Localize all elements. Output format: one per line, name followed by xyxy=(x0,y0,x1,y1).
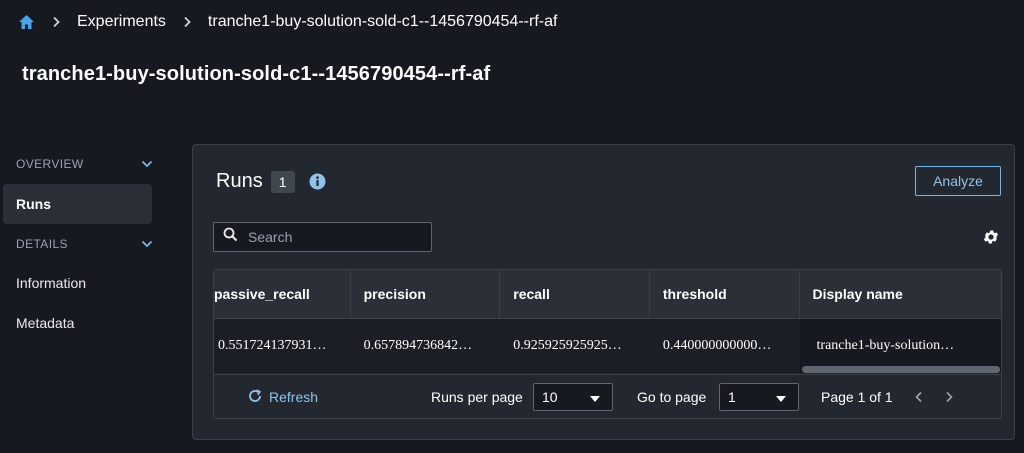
table-cell: 0.440000000000… xyxy=(662,338,772,353)
home-icon[interactable] xyxy=(17,13,35,31)
chevron-left-icon[interactable] xyxy=(912,390,926,404)
runs-panel: Runs 1 Analyze passive_recall precision … xyxy=(192,144,1015,440)
breadcrumb: Experiments tranche1-buy-solution-sold-c… xyxy=(17,10,557,34)
horizontal-scrollbar[interactable] xyxy=(802,366,1001,374)
column-header-recall[interactable]: recall xyxy=(500,270,650,318)
sidebar-group-label: OVERVIEW xyxy=(16,157,84,171)
column-header-passive-recall[interactable]: passive_recall xyxy=(214,270,351,318)
table-cell: 0.551724137931… xyxy=(218,338,327,353)
sidebar-group-label: DETAILS xyxy=(16,237,68,251)
page-title: tranche1-buy-solution-sold-c1--145679045… xyxy=(22,63,491,85)
page-indicator: Page 1 of 1 xyxy=(821,389,893,405)
chevron-right-icon xyxy=(35,16,77,28)
sidebar-group-details[interactable]: DETAILS xyxy=(0,225,160,263)
sidebar-item-label: Runs xyxy=(16,196,51,212)
caret-down-icon xyxy=(776,389,786,405)
column-header-display-name[interactable]: Display name xyxy=(800,270,1001,318)
go-to-page-value: 1 xyxy=(728,389,736,405)
column-header-threshold[interactable]: threshold xyxy=(650,270,800,318)
chevron-down-icon[interactable] xyxy=(140,157,154,171)
sidebar-item-information[interactable]: Information xyxy=(0,263,160,303)
scrollbar-thumb[interactable] xyxy=(802,366,1000,373)
chevron-right-icon[interactable] xyxy=(942,390,956,404)
sidebar-group-overview[interactable]: OVERVIEW xyxy=(0,145,160,183)
runs-table: passive_recall precision recall threshol… xyxy=(213,269,1002,419)
runs-per-page-value: 10 xyxy=(542,389,558,405)
table-cell-display-name[interactable]: tranche1-buy-solution… xyxy=(799,319,1001,373)
chevron-down-icon[interactable] xyxy=(140,237,154,251)
refresh-icon xyxy=(247,388,263,407)
sidebar-item-runs[interactable]: Runs xyxy=(3,184,152,224)
info-icon[interactable] xyxy=(309,173,327,191)
chevron-right-icon xyxy=(166,16,208,28)
refresh-label: Refresh xyxy=(269,389,319,405)
breadcrumb-experiments[interactable]: Experiments xyxy=(77,13,166,31)
go-to-page-select[interactable]: 1 xyxy=(719,383,799,411)
table-row[interactable]: 0.551724137931… 0.657894736842… 0.925925… xyxy=(214,319,1001,373)
sidebar-item-label: Information xyxy=(16,275,87,291)
runs-count-badge: 1 xyxy=(270,170,295,193)
breadcrumb-current: tranche1-buy-solution-sold-c1--145679045… xyxy=(207,13,558,30)
search-input[interactable] xyxy=(248,229,428,245)
gear-icon[interactable] xyxy=(982,228,1000,246)
table-header: passive_recall precision recall threshol… xyxy=(214,270,1001,319)
go-to-page-label: Go to page xyxy=(637,389,707,405)
table-cell: 0.925925925925… xyxy=(513,338,622,353)
sidebar-item-metadata[interactable]: Metadata xyxy=(0,303,160,343)
column-header-precision[interactable]: precision xyxy=(351,270,501,318)
caret-down-icon xyxy=(590,389,600,405)
runs-per-page-select[interactable]: 10 xyxy=(533,383,613,411)
refresh-button[interactable]: Refresh xyxy=(247,388,318,407)
sidebar: OVERVIEW Runs DETAILS Information Metada… xyxy=(0,145,160,343)
runs-title: Runs xyxy=(216,170,263,192)
table-footer: Refresh Runs per page 10 Go to page 1 Pa… xyxy=(214,374,1001,418)
runs-per-page-label: Runs per page xyxy=(431,389,523,405)
sidebar-item-label: Metadata xyxy=(16,315,75,331)
search-icon xyxy=(223,227,238,247)
search-field[interactable] xyxy=(213,222,432,252)
analyze-button[interactable]: Analyze xyxy=(915,166,1001,196)
runs-header: Runs 1 xyxy=(216,170,327,193)
table-cell: 0.657894736842… xyxy=(363,338,473,353)
